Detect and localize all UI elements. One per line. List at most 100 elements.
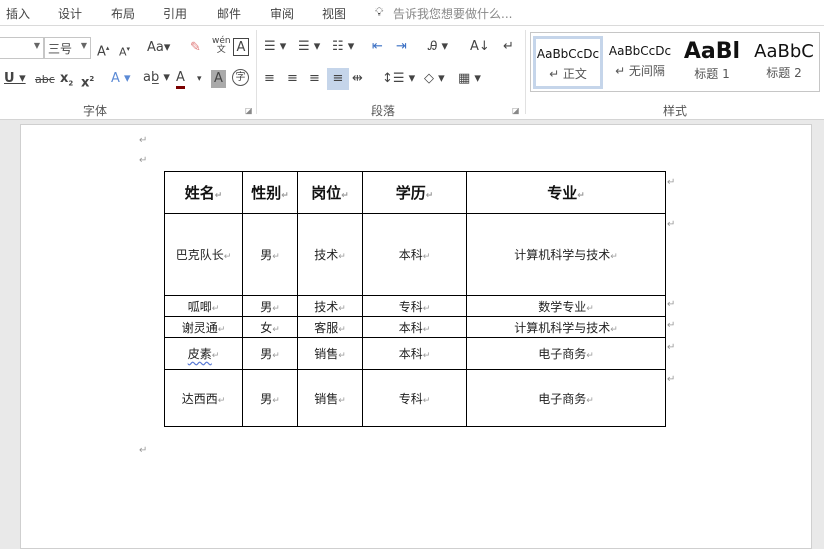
char-border-icon[interactable]: A (233, 38, 249, 56)
row-end-mark: ↵ (667, 342, 676, 353)
table-cell[interactable]: 客服↵ (297, 316, 363, 338)
table-cell[interactable]: 达西西↵ (164, 369, 243, 427)
table-cell[interactable]: 呱唧↵ (164, 295, 243, 317)
table-cell[interactable]: 女↵ (242, 316, 298, 338)
menu-references[interactable]: 引用 (163, 5, 187, 22)
clear-format-icon[interactable]: ✎ (190, 39, 201, 57)
table-cell[interactable]: 销售↵ (297, 369, 363, 427)
header-cell[interactable]: 学历↵ (362, 171, 467, 214)
multilevel-list-icon[interactable]: ☷ ▾ (332, 38, 354, 56)
menu-layout[interactable]: 布局 (111, 5, 135, 22)
row-end-mark: ↵ (667, 177, 676, 188)
table-row: 呱唧↵ 男↵ 技术↵ 专科↵ 数学专业↵ (164, 295, 666, 317)
employee-table: 姓名↵ 性别↵ 岗位↵ 学历↵ 专业↵ 巴克队长↵ 男↵ 技术↵ 本科↵ 计算机… (164, 171, 666, 427)
table-cell[interactable]: 巴克队长↵ (164, 213, 243, 296)
header-cell[interactable]: 岗位↵ (297, 171, 363, 214)
show-marks-icon[interactable]: ↵ (503, 38, 514, 56)
table-header-row: 姓名↵ 性别↵ 岗位↵ 学历↵ 专业↵ (164, 171, 666, 214)
table-cell[interactable]: 电子商务↵ (466, 369, 666, 427)
bullets-icon[interactable]: ☰ ▾ (264, 38, 286, 56)
borders-icon[interactable]: ▦ ▾ (458, 70, 481, 88)
menu-insert[interactable]: 插入 (6, 5, 30, 22)
row-end-mark: ↵ (667, 374, 676, 385)
text-effects-icon[interactable]: A ▾ (111, 70, 131, 88)
increase-indent-icon[interactable]: ⇥ (396, 38, 407, 56)
table-cell[interactable]: 男↵ (242, 295, 298, 317)
menu-review[interactable]: 审阅 (270, 5, 294, 22)
enclose-char-icon[interactable]: 字 (232, 69, 249, 86)
lightbulb-icon: 💡︎ (375, 5, 384, 19)
table-cell[interactable]: 男↵ (242, 213, 298, 296)
justify-icon[interactable]: ≡ (327, 68, 349, 90)
paragraph-mark: ↵ (139, 155, 148, 166)
table-cell[interactable]: 数学专业↵ (466, 295, 666, 317)
subscript-icon[interactable]: x2 (60, 70, 73, 93)
font-color-icon[interactable]: A (176, 69, 185, 89)
row-end-mark: ↵ (667, 299, 676, 310)
table-cell[interactable]: 男↵ (242, 337, 298, 370)
align-center-icon[interactable]: ≡ (287, 70, 298, 88)
style-no-spacing[interactable]: AaBbCcDc ↵ 无间隔 (605, 36, 675, 89)
chinese-layout-icon[interactable]: Ꭿ ▾ (428, 38, 448, 56)
tell-me-search[interactable]: 告诉我您想要做什么... (393, 5, 512, 22)
menu-bar: 插入 设计 布局 引用 邮件 审阅 视图 💡︎ 告诉我您想要做什么... (0, 0, 824, 26)
style-normal[interactable]: AaBbCcDc ↵ 正文 (533, 36, 603, 89)
superscript-icon[interactable]: x2 (81, 70, 94, 92)
phonetic-guide-icon[interactable]: wén 文 (212, 37, 231, 55)
distributed-icon[interactable]: ⇹ (352, 70, 363, 88)
chevron-down-icon: ▼ (80, 41, 87, 50)
style-heading-1[interactable]: AaBl 标题 1 (677, 36, 747, 89)
table-cell[interactable]: 专科↵ (362, 369, 467, 427)
styles-group-label: 样式 (663, 104, 688, 118)
header-cell[interactable]: 专业↵ (466, 171, 666, 214)
paragraph-mark: ↵ (139, 445, 148, 456)
highlight-icon[interactable]: ab̲ ▾ (143, 69, 170, 87)
table-row: 达西西↵ 男↵ 销售↵ 专科↵ 电子商务↵ (164, 369, 666, 427)
table-row: 谢灵通↵ 女↵ 客服↵ 本科↵ 计算机科学与技术↵ (164, 316, 666, 338)
dialog-launcher-icon[interactable]: ◪ (245, 106, 253, 115)
menu-mailings[interactable]: 邮件 (217, 5, 241, 22)
table-cell[interactable]: 销售↵ (297, 337, 363, 370)
table-cell[interactable]: 计算机科学与技术↵ (466, 316, 666, 338)
numbering-icon[interactable]: ☰ ▾ (298, 38, 320, 56)
table-cell[interactable]: 本科↵ (362, 337, 467, 370)
menu-view[interactable]: 视图 (322, 5, 346, 22)
dialog-launcher-icon[interactable]: ◪ (512, 106, 520, 115)
grow-font-icon[interactable]: A▴ (97, 39, 109, 61)
styles-gallery: AaBbCcDc ↵ 正文 AaBbCcDc ↵ 无间隔 AaBl 标题 1 AaBb… (530, 32, 820, 92)
table-cell[interactable]: 本科↵ (362, 316, 467, 338)
change-case-icon[interactable]: Aa▾ (147, 39, 170, 57)
shading-icon[interactable]: ◇ ▾ (424, 70, 445, 88)
table-cell[interactable]: 专科↵ (362, 295, 467, 317)
font-name-combo[interactable]: ▼ (0, 37, 44, 59)
menu-design[interactable]: 设计 (58, 5, 82, 22)
chevron-down-icon[interactable]: ▾ (197, 70, 202, 88)
font-size-combo[interactable]: 三号 ▼ (44, 37, 91, 59)
font-group-label: 字体 (83, 104, 108, 118)
sort-icon[interactable]: A↓ (470, 38, 490, 56)
align-left-icon[interactable]: ≡ (264, 70, 275, 88)
paragraph-mark: ↵ (139, 135, 148, 146)
table-cell[interactable]: 电子商务↵ (466, 337, 666, 370)
table-cell[interactable]: 本科↵ (362, 213, 467, 296)
header-cell[interactable]: 姓名↵ (164, 171, 243, 214)
ribbon: ▼ 三号 ▼ A▴ A▾ Aa▾ ✎ wén 文 A U ▾ abc x2 x2 A… (0, 26, 824, 120)
table-cell[interactable]: 皮素↵ (164, 337, 243, 370)
table-cell[interactable]: 男↵ (242, 369, 298, 427)
shrink-font-icon[interactable]: A▾ (119, 40, 130, 62)
line-spacing-icon[interactable]: ↕☰ ▾ (382, 70, 415, 88)
char-shading-icon[interactable]: A (211, 70, 226, 88)
font-size-value: 三号 (48, 42, 73, 56)
table-row: 皮素↵ 男↵ 销售↵ 本科↵ 电子商务↵ (164, 337, 666, 370)
table-cell[interactable]: 技术↵ (297, 213, 363, 296)
align-right-icon[interactable]: ≡ (309, 70, 320, 88)
strikethrough-icon[interactable]: abc (35, 71, 55, 89)
table-cell[interactable]: 计算机科学与技术↵ (466, 213, 666, 296)
header-cell[interactable]: 性别↵ (242, 171, 298, 214)
table-cell[interactable]: 技术↵ (297, 295, 363, 317)
table-cell[interactable]: 谢灵通↵ (164, 316, 243, 338)
decrease-indent-icon[interactable]: ⇤ (372, 38, 383, 56)
table-row: 巴克队长↵ 男↵ 技术↵ 本科↵ 计算机科学与技术↵ (164, 213, 666, 296)
underline-icon[interactable]: U ▾ (4, 70, 26, 88)
style-heading-2[interactable]: AaBbC 标题 2 (749, 36, 819, 89)
